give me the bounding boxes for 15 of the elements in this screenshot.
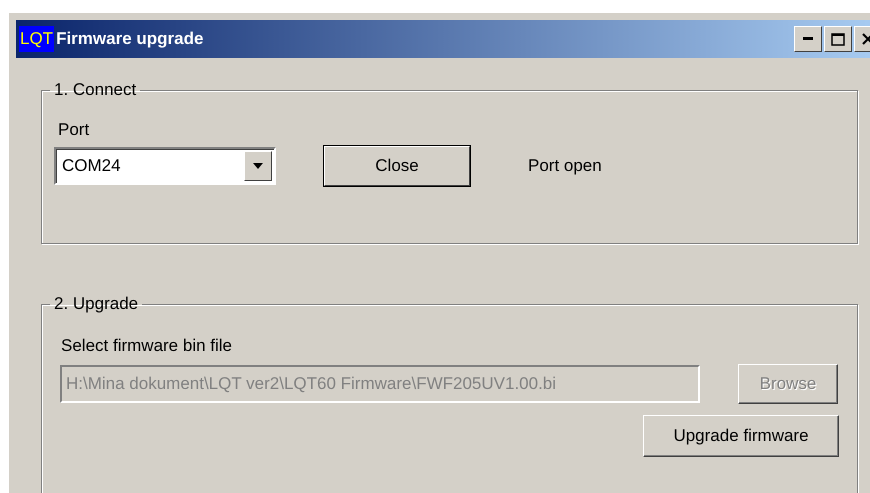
maximize-icon — [831, 32, 845, 46]
file-label: Select firmware bin file — [61, 336, 234, 356]
maximize-button[interactable] — [824, 26, 852, 52]
window-title: Firmware upgrade — [56, 29, 204, 49]
minimize-icon — [803, 37, 813, 41]
minimize-button[interactable] — [794, 26, 822, 52]
app-icon: LQT — [19, 26, 54, 52]
upgrade-firmware-button[interactable]: Upgrade firmware — [643, 415, 839, 457]
port-label: Port — [58, 120, 90, 140]
group-title: 2. Upgrade — [53, 294, 140, 314]
dropdown-arrow-icon — [253, 163, 263, 169]
port-status: Port open — [528, 156, 602, 176]
close-port-button[interactable]: Close — [324, 146, 470, 186]
port-dropdown[interactable]: COM24 — [54, 147, 276, 185]
group-title: 1. Connect — [53, 80, 138, 100]
